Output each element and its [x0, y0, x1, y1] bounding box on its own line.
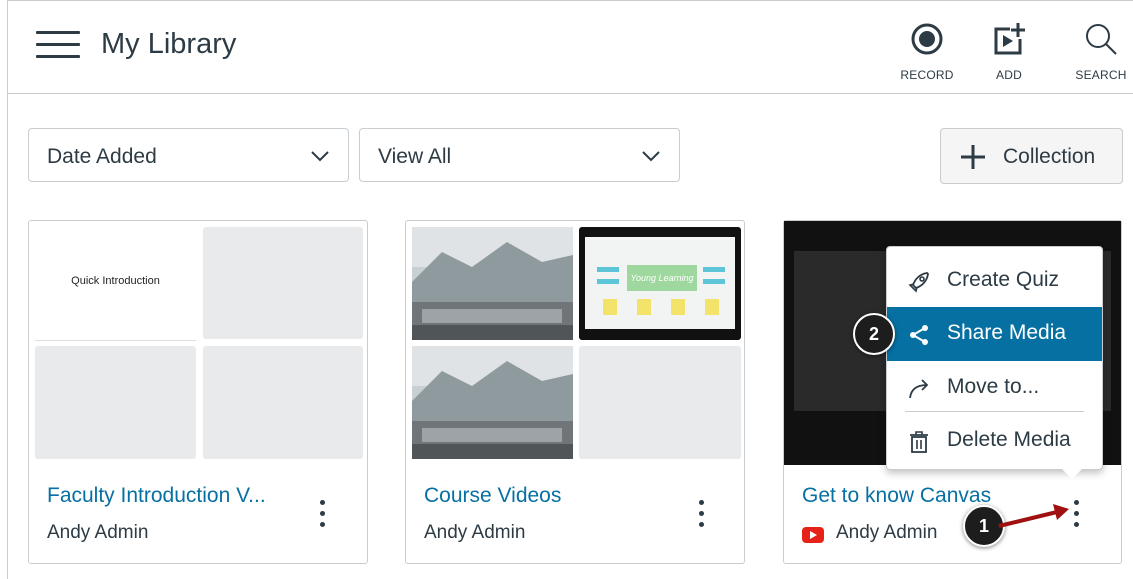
- search-button[interactable]: SEARCH: [1066, 19, 1133, 85]
- record-label: RECORD: [900, 68, 954, 82]
- rocket-icon: [908, 272, 929, 293]
- add-media-icon: [994, 23, 1025, 55]
- menu-divider: [905, 411, 1084, 412]
- slide-banner: Young Learning: [627, 265, 697, 291]
- add-collection-button[interactable]: Collection: [940, 128, 1123, 184]
- card-thumbnails: Young Learning: [412, 227, 741, 459]
- menu-caret: [1062, 469, 1082, 479]
- hamburger-menu-button[interactable]: [36, 29, 82, 61]
- card-author: Andy Admin: [47, 522, 149, 543]
- menu-item-share-media[interactable]: Share Media: [887, 307, 1102, 361]
- thumbnail-placeholder: [203, 227, 363, 339]
- menu-item-label: Move to...: [947, 375, 1040, 398]
- menu-item-move-to[interactable]: Move to...: [887, 361, 1102, 415]
- menu-item-label: Create Quiz: [947, 268, 1060, 291]
- thumbnail-text: Quick Introduction: [71, 275, 160, 287]
- media-options-menu: Create Quiz Share Media Move to... Delet…: [886, 246, 1103, 479]
- card-title-link[interactable]: Get to know Canvas: [802, 484, 991, 508]
- move-arrow-icon: [909, 379, 929, 399]
- view-select-value: View All: [378, 145, 452, 168]
- sort-select[interactable]: Date Added: [28, 128, 349, 182]
- trash-icon: [910, 431, 928, 453]
- record-button[interactable]: RECORD: [892, 19, 962, 85]
- menu-item-create-quiz[interactable]: Create Quiz: [887, 254, 1102, 308]
- add-button[interactable]: ADD: [974, 19, 1044, 85]
- thumbnail-placeholder: [579, 346, 741, 459]
- card-title-link[interactable]: Course Videos: [424, 484, 561, 508]
- card-author: Andy Admin: [424, 522, 526, 543]
- menu-item-delete-media[interactable]: Delete Media: [887, 414, 1102, 468]
- thumbnail-slide: Quick Introduction: [35, 227, 196, 341]
- card-options-icon[interactable]: [695, 500, 707, 530]
- plus-icon: [961, 145, 985, 169]
- menu-item-label: Share Media: [947, 321, 1067, 344]
- card-author: Andy Admin: [836, 522, 938, 543]
- sort-select-value: Date Added: [47, 145, 157, 168]
- page-header: My Library RECORD ADD SEARCH: [8, 1, 1133, 94]
- thumbnail-placeholder: [203, 346, 363, 459]
- thumbnail-placeholder: [35, 346, 196, 459]
- callout-badge: 2: [853, 313, 895, 355]
- callout-arrow-icon: [998, 504, 1069, 528]
- menu-item-label: Delete Media: [947, 428, 1071, 451]
- page-title: My Library: [101, 28, 237, 60]
- search-label: SEARCH: [1075, 68, 1127, 82]
- search-icon: [1086, 24, 1117, 55]
- view-select[interactable]: View All: [359, 128, 680, 182]
- collection-label: Collection: [1003, 145, 1096, 168]
- record-icon: [911, 23, 943, 55]
- card-options-icon[interactable]: [316, 500, 328, 530]
- share-icon: [910, 325, 928, 345]
- chevron-down-icon: [311, 151, 329, 162]
- youtube-icon: [802, 527, 824, 543]
- add-label: ADD: [996, 68, 1022, 82]
- thumbnail-slide: Young Learning: [579, 227, 741, 340]
- media-card[interactable]: Quick Introduction Faculty Introduction …: [28, 220, 368, 564]
- thumbnail-landscape: [412, 346, 573, 459]
- thumbnail-landscape: [412, 227, 573, 340]
- chevron-down-icon: [642, 151, 660, 162]
- media-card[interactable]: Young Learning Course Videos Andy Admin: [405, 220, 745, 564]
- card-title-link[interactable]: Faculty Introduction V...: [47, 484, 266, 508]
- card-thumbnails: Quick Introduction: [35, 227, 363, 459]
